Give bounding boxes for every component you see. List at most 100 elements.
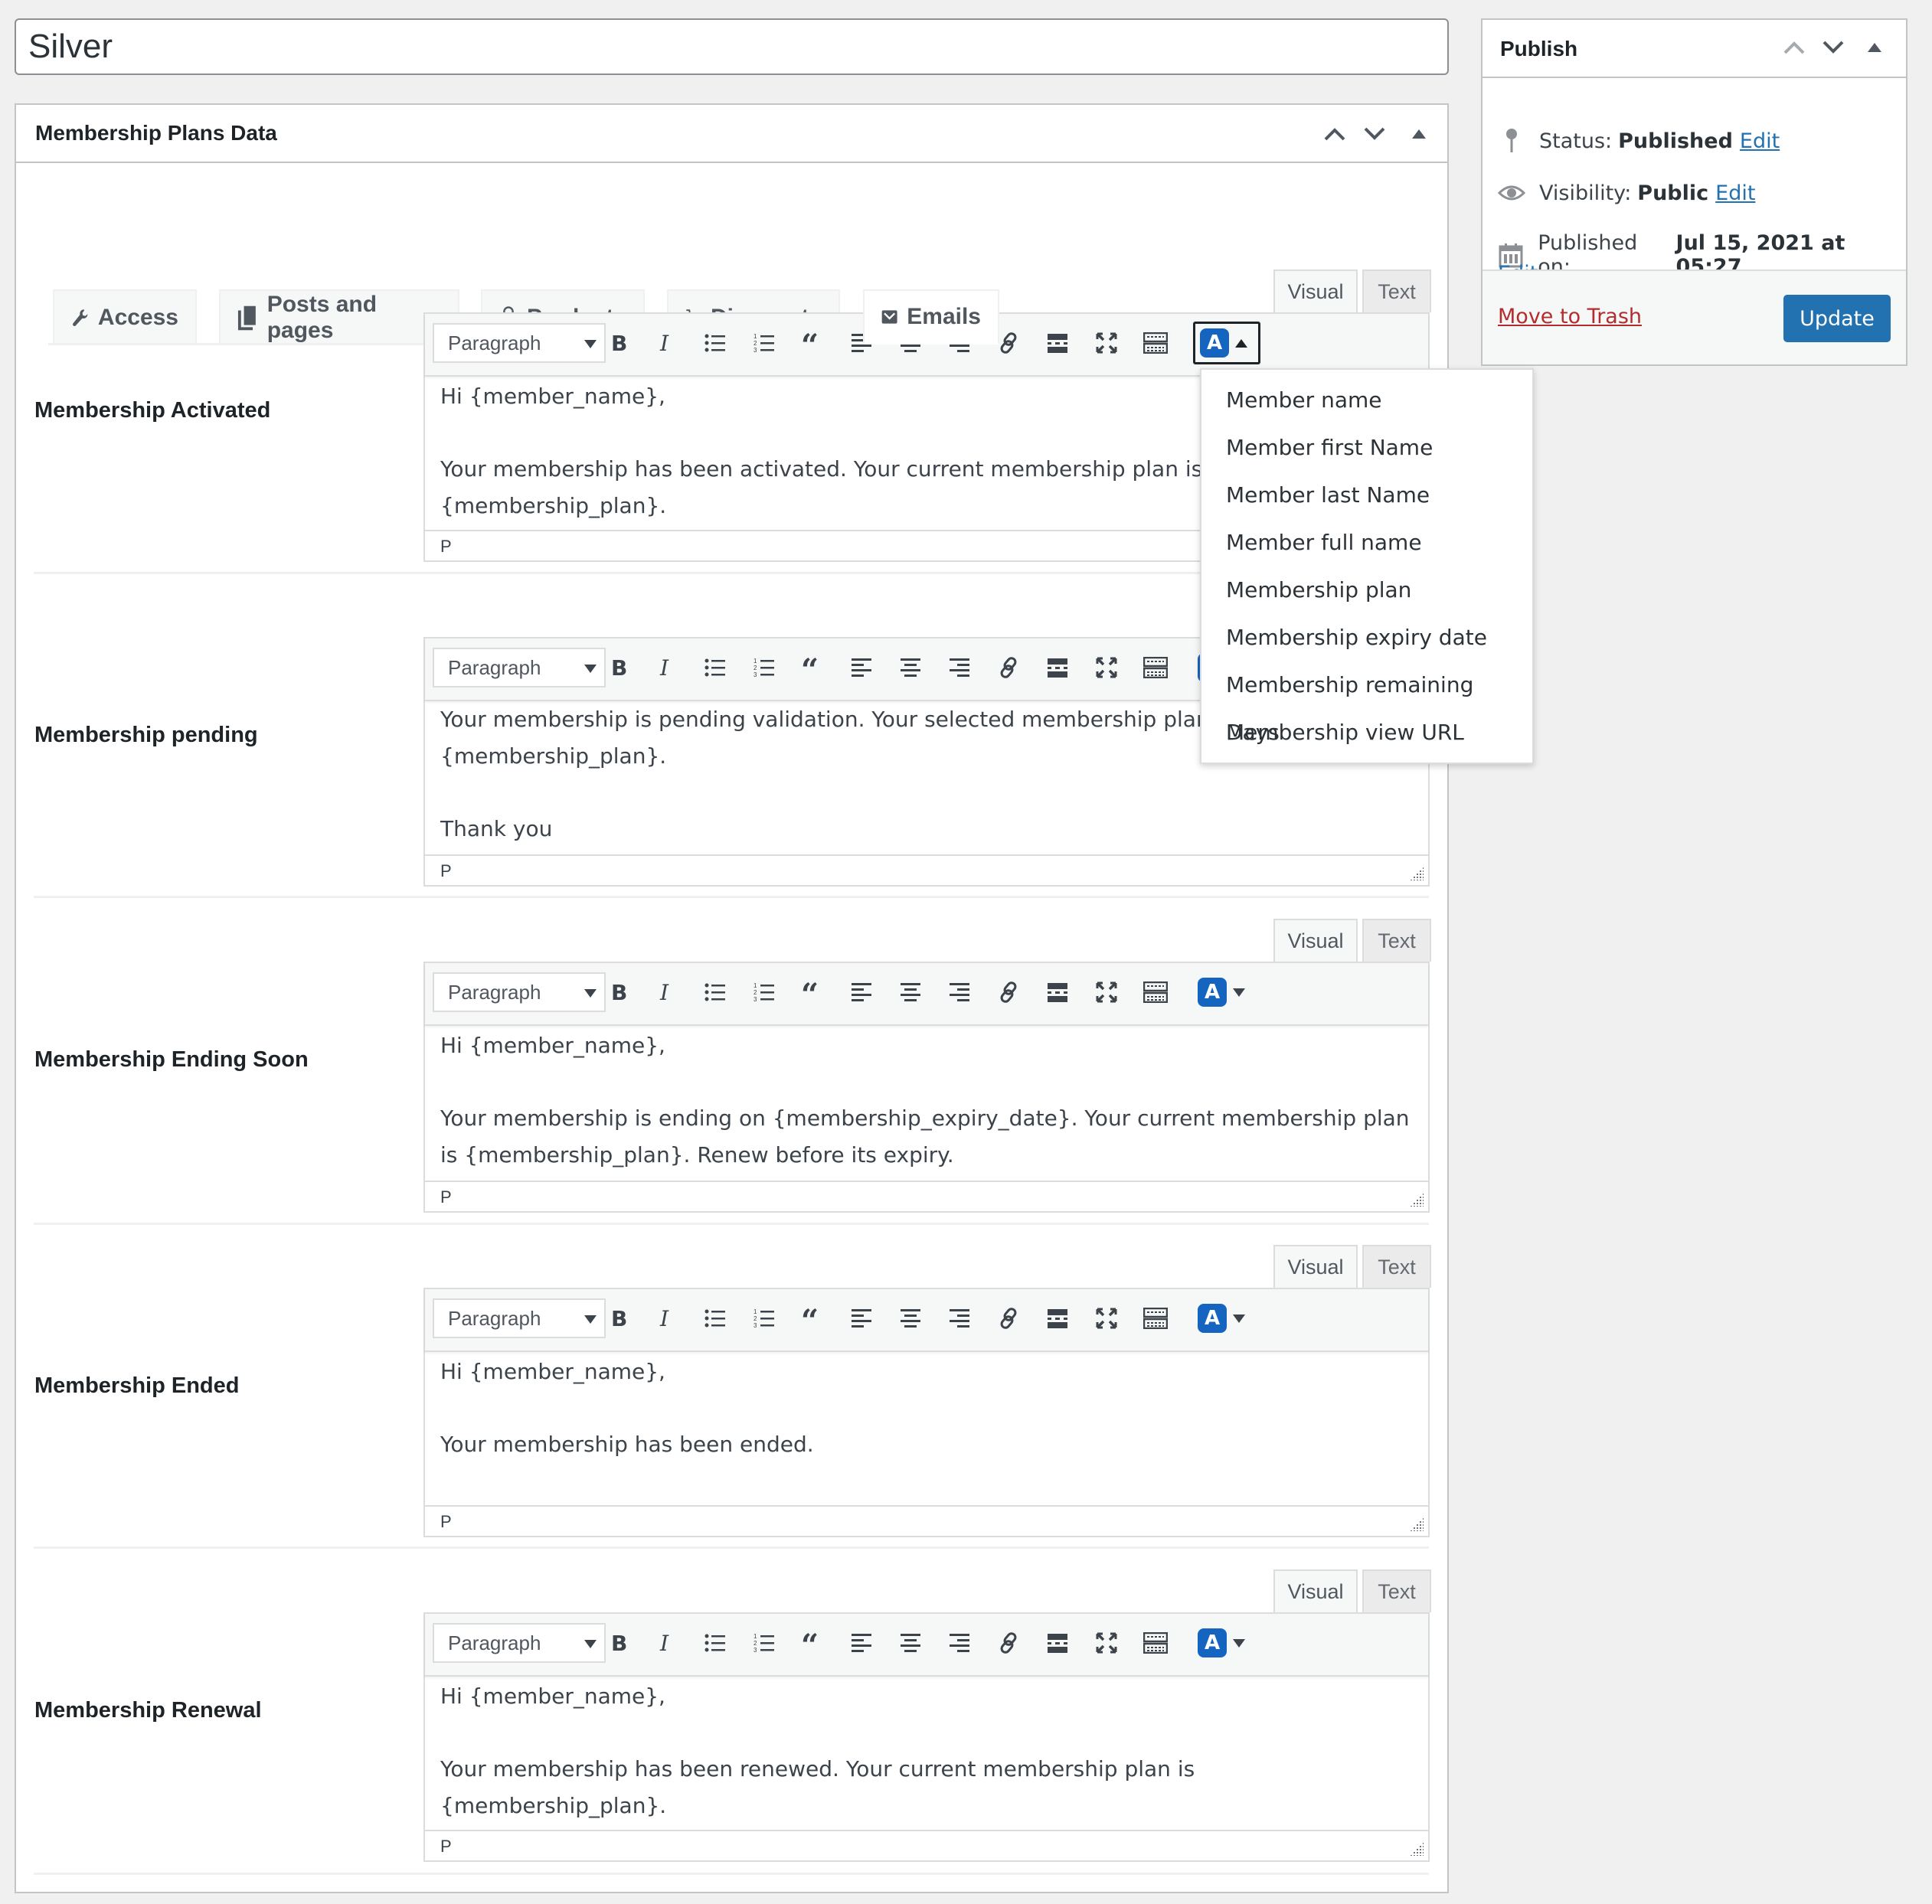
- bullet-list-button[interactable]: [695, 1298, 735, 1338]
- blockquote-button[interactable]: “: [793, 1298, 832, 1338]
- toolbar-toggle-button[interactable]: [1136, 1623, 1175, 1663]
- bold-button[interactable]: B: [599, 1623, 639, 1663]
- menu-item-member-full-name[interactable]: Member full name: [1201, 519, 1532, 567]
- menu-item-membership-plan[interactable]: Membership plan: [1201, 567, 1532, 614]
- format-select[interactable]: Paragraph: [433, 323, 606, 363]
- bold-button[interactable]: B: [599, 323, 639, 363]
- bullet-list-button[interactable]: [695, 648, 735, 687]
- edit-visibility-link[interactable]: Edit: [1715, 181, 1755, 205]
- tab-access[interactable]: Access: [53, 289, 197, 345]
- update-button[interactable]: Update: [1783, 295, 1891, 342]
- publish-move-up-button[interactable]: [1777, 31, 1811, 64]
- read-more-button[interactable]: [1038, 323, 1077, 363]
- read-more-button[interactable]: [1038, 972, 1077, 1012]
- shortcode-button[interactable]: A: [1193, 1622, 1260, 1664]
- format-select[interactable]: Paragraph: [433, 648, 606, 687]
- read-more-button[interactable]: [1038, 1298, 1077, 1338]
- shortcode-button[interactable]: A: [1193, 1297, 1260, 1340]
- shortcode-button[interactable]: A: [1193, 322, 1260, 364]
- resize-handle-icon[interactable]: [1410, 1193, 1424, 1207]
- bold-button[interactable]: B: [599, 1298, 639, 1338]
- italic-button[interactable]: I: [647, 323, 687, 363]
- blockquote-button[interactable]: “: [793, 648, 832, 687]
- edit-status-link[interactable]: Edit: [1740, 129, 1780, 153]
- toggle-panel-button[interactable]: [1402, 117, 1436, 151]
- read-more-button[interactable]: [1038, 648, 1077, 687]
- shortcode-button[interactable]: A: [1193, 971, 1260, 1014]
- toolbar-toggle-button[interactable]: [1136, 972, 1175, 1012]
- bullet-list-button[interactable]: [695, 1623, 735, 1663]
- blockquote-button[interactable]: “: [793, 1623, 832, 1663]
- format-select[interactable]: Paragraph: [433, 972, 606, 1012]
- numbered-list-button[interactable]: 123: [744, 972, 784, 1012]
- blockquote-button[interactable]: “: [793, 972, 832, 1012]
- numbered-list-button[interactable]: 123: [744, 648, 784, 687]
- menu-item-membership-view-url[interactable]: Membership view URL: [1201, 709, 1532, 756]
- resize-handle-icon[interactable]: [1410, 1517, 1424, 1531]
- link-button[interactable]: [989, 1623, 1028, 1663]
- format-select[interactable]: Paragraph: [433, 1623, 606, 1663]
- blockquote-button[interactable]: “: [793, 323, 832, 363]
- align-center-button[interactable]: [891, 972, 930, 1012]
- editor-content[interactable]: Hi {member_name}, Your membership has bee…: [425, 1677, 1428, 1831]
- publish-toggle-button[interactable]: [1858, 31, 1891, 64]
- italic-button[interactable]: I: [647, 1298, 687, 1338]
- toolbar-toggle-button[interactable]: [1136, 1298, 1175, 1338]
- align-right-button[interactable]: [940, 1623, 979, 1663]
- editor-content[interactable]: Hi {member_name}, Your membership has bee…: [425, 1352, 1428, 1507]
- bold-button[interactable]: B: [599, 972, 639, 1012]
- text-tab[interactable]: Text: [1362, 919, 1431, 962]
- resize-handle-icon[interactable]: [1410, 1842, 1424, 1856]
- editor-content[interactable]: Hi {member_name}, Your membership is endi…: [425, 1026, 1428, 1182]
- fullscreen-button[interactable]: [1087, 323, 1126, 363]
- resize-handle-icon[interactable]: [1410, 867, 1424, 880]
- bold-button[interactable]: B: [599, 648, 639, 687]
- italic-button[interactable]: I: [647, 648, 687, 687]
- fullscreen-button[interactable]: [1087, 1298, 1126, 1338]
- menu-item-membership-expiry-date[interactable]: Membership expiry date: [1201, 614, 1532, 661]
- visual-tab[interactable]: Visual: [1273, 919, 1358, 962]
- italic-button[interactable]: I: [647, 1623, 687, 1663]
- menu-item-member-name[interactable]: Member name: [1201, 377, 1532, 424]
- link-button[interactable]: [989, 1298, 1028, 1338]
- visual-tab[interactable]: Visual: [1273, 1569, 1358, 1612]
- post-title-input[interactable]: [15, 18, 1449, 75]
- align-right-button[interactable]: [940, 972, 979, 1012]
- link-button[interactable]: [989, 972, 1028, 1012]
- move-to-trash-link[interactable]: Move to Trash: [1498, 305, 1642, 328]
- align-center-button[interactable]: [891, 1623, 930, 1663]
- format-select[interactable]: Paragraph: [433, 1298, 606, 1338]
- numbered-list-button[interactable]: 123: [744, 323, 784, 363]
- fullscreen-button[interactable]: [1087, 648, 1126, 687]
- fullscreen-button[interactable]: [1087, 972, 1126, 1012]
- move-down-button[interactable]: [1358, 117, 1391, 151]
- align-center-button[interactable]: [891, 1298, 930, 1338]
- menu-item-membership-remaining-days[interactable]: Membership remaining Days: [1201, 661, 1532, 745]
- align-right-button[interactable]: [940, 1298, 979, 1338]
- align-left-button[interactable]: [842, 1298, 881, 1338]
- move-up-button[interactable]: [1318, 117, 1352, 151]
- text-tab[interactable]: Text: [1362, 269, 1431, 312]
- text-tab[interactable]: Text: [1362, 1569, 1431, 1612]
- toolbar-toggle-button[interactable]: [1136, 323, 1175, 363]
- bullet-list-button[interactable]: [695, 323, 735, 363]
- align-left-button[interactable]: [842, 972, 881, 1012]
- align-right-button[interactable]: [940, 648, 979, 687]
- menu-item-member-first-name[interactable]: Member first Name: [1201, 424, 1532, 472]
- toolbar-toggle-button[interactable]: [1136, 648, 1175, 687]
- text-tab[interactable]: Text: [1362, 1245, 1431, 1288]
- align-left-button[interactable]: [842, 648, 881, 687]
- numbered-list-button[interactable]: 123: [744, 1298, 784, 1338]
- fullscreen-button[interactable]: [1087, 1623, 1126, 1663]
- align-left-button[interactable]: [842, 1623, 881, 1663]
- numbered-list-button[interactable]: 123: [744, 1623, 784, 1663]
- tab-emails[interactable]: Emails: [863, 289, 999, 345]
- link-button[interactable]: [989, 648, 1028, 687]
- visual-tab[interactable]: Visual: [1273, 269, 1358, 312]
- publish-move-down-button[interactable]: [1816, 31, 1850, 64]
- read-more-button[interactable]: [1038, 1623, 1077, 1663]
- visual-tab[interactable]: Visual: [1273, 1245, 1358, 1288]
- menu-item-member-last-name[interactable]: Member last Name: [1201, 472, 1532, 519]
- bullet-list-button[interactable]: [695, 972, 735, 1012]
- italic-button[interactable]: I: [647, 972, 687, 1012]
